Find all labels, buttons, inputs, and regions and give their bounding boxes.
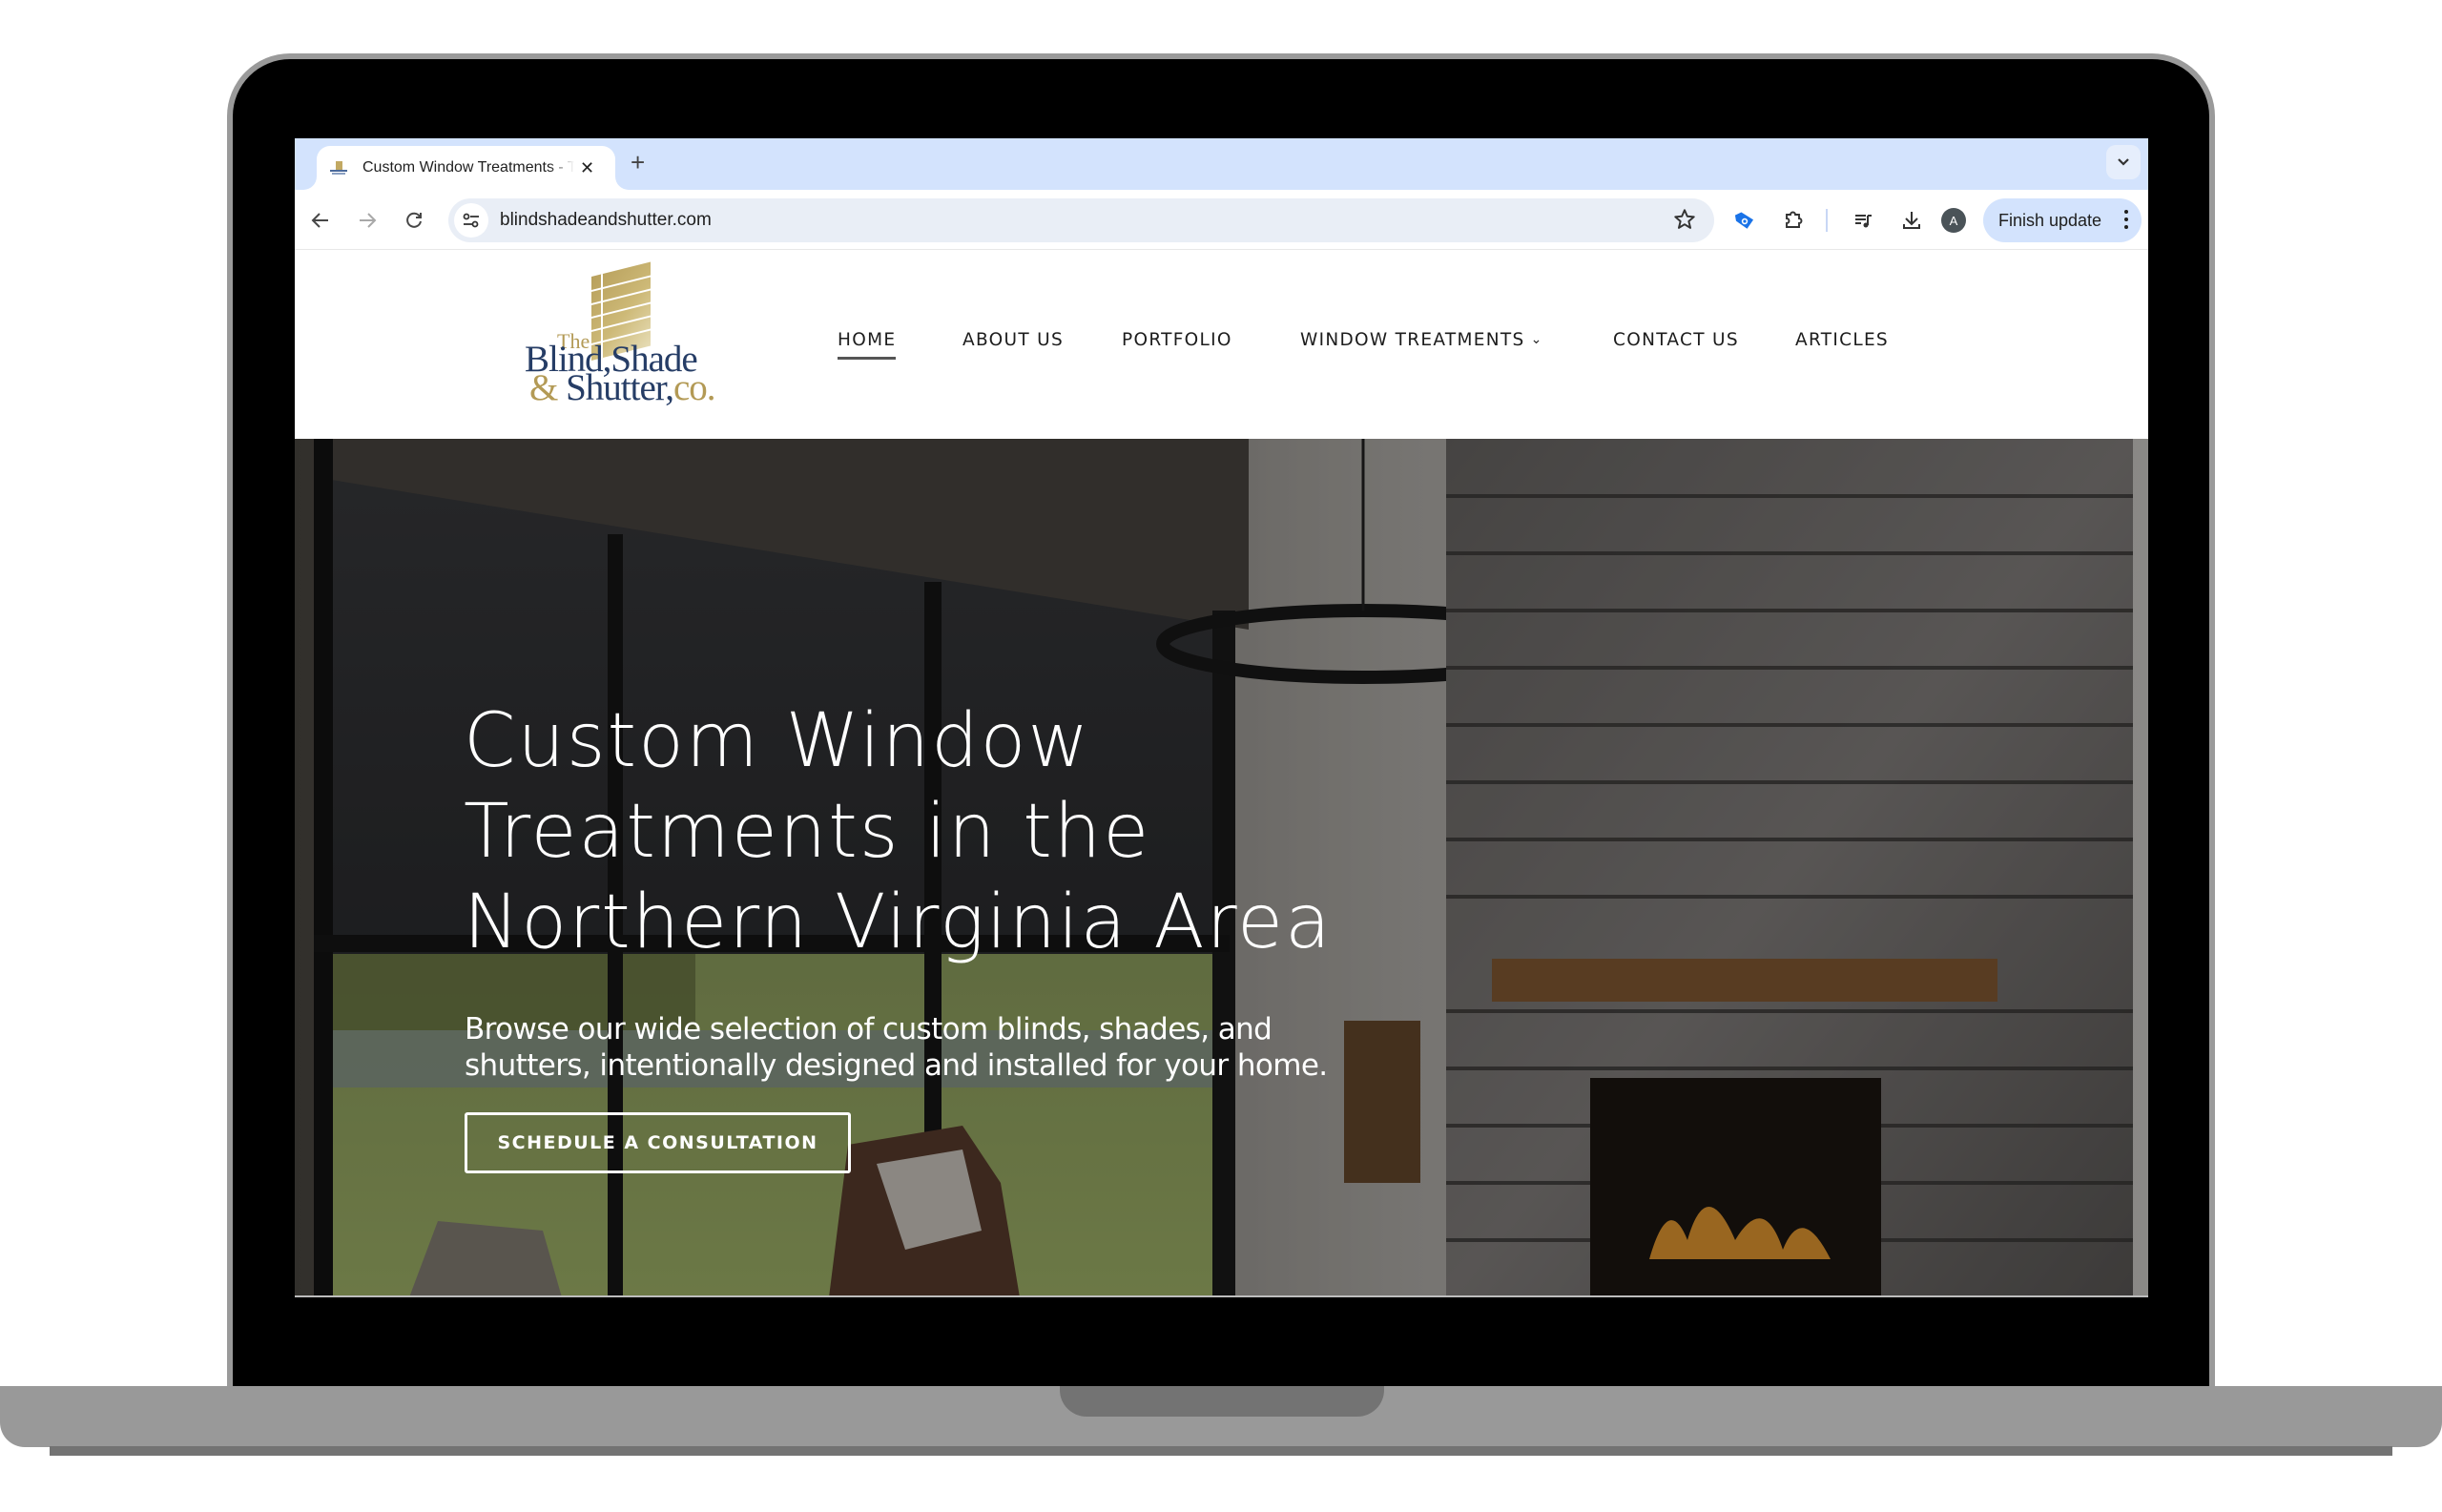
price-tracking-button[interactable] (1730, 206, 1759, 235)
address-bar[interactable]: blindshadeandshutter.com (448, 198, 1714, 242)
download-icon (1903, 212, 1920, 229)
nav-portfolio[interactable]: PORTFOLIO (1122, 330, 1232, 350)
logo-shutter: Shutter, (557, 367, 674, 408)
hero-subtitle-line: Browse our wide selection of custom blin… (465, 1012, 1273, 1046)
back-button[interactable] (306, 206, 335, 235)
finish-update-button[interactable]: Finish update (1983, 198, 2142, 242)
arrow-right-icon (360, 213, 377, 228)
laptop-screen: Custom Window Treatments - The Blind, Sh… (295, 138, 2148, 1297)
nav-home[interactable]: HOME (838, 330, 897, 360)
schedule-consultation-button[interactable]: SCHEDULE A CONSULTATION (465, 1112, 851, 1173)
chevron-down-icon: ⌄ (1530, 332, 1543, 347)
site-header: The Blind,Shade & Shutter,co. HOME ABOUT… (295, 250, 2148, 439)
forward-button[interactable] (353, 206, 382, 235)
reload-button[interactable] (400, 206, 428, 235)
hero-subtitle-line: shutters, intentionally designed and ins… (465, 1048, 1328, 1083)
tab-title: Custom Window Treatments - The Blind, Sh… (362, 159, 574, 176)
reload-icon (406, 212, 422, 228)
browser-toolbar: blindshadeandshutter.com A Finish update (295, 190, 2148, 250)
finish-update-label: Finish update (1998, 210, 2102, 230)
hero-subtitle: Browse our wide selection of custom blin… (465, 1011, 1418, 1084)
favicon-icon (330, 161, 347, 175)
company-logo[interactable]: The Blind,Shade & Shutter,co. (525, 261, 730, 409)
profile-avatar[interactable]: A (1941, 208, 1966, 233)
extensions-button[interactable] (1779, 206, 1808, 235)
nav-window-treatments[interactable]: WINDOW TREATMENTS ⌄ (1300, 330, 1543, 350)
hero-title: Custom Window Treatments in the Northern… (464, 696, 1418, 968)
media-controls-button[interactable] (1850, 206, 1878, 235)
more-menu-icon[interactable] (2124, 210, 2128, 233)
close-tab-icon[interactable]: ✕ (580, 159, 594, 176)
laptop-base-foot (50, 1446, 2392, 1456)
hero-section: Custom Window Treatments in the Northern… (295, 439, 2148, 1297)
star-icon (1674, 209, 1695, 229)
tab-search-button[interactable] (2106, 145, 2141, 179)
url-text[interactable]: blindshadeandshutter.com (500, 210, 712, 231)
browser-tab-active[interactable]: Custom Window Treatments - The Blind, Sh… (317, 146, 615, 190)
bookmark-star-button[interactable] (1672, 207, 1697, 237)
arrow-left-icon (311, 213, 328, 228)
hero-title-line: Custom Window (464, 698, 1091, 784)
hero-title-line: Northern Virginia Area (464, 880, 1333, 965)
downloads-button[interactable] (1897, 206, 1926, 235)
nav-contact-us[interactable]: CONTACT US (1613, 330, 1739, 350)
hero-title-line: Treatments in the (464, 789, 1151, 875)
toolbar-divider (1826, 209, 1828, 232)
puzzle-icon (1786, 211, 1803, 228)
laptop-notch (1060, 1386, 1384, 1417)
tune-icon (463, 213, 479, 228)
logo-line2: & Shutter,co. (529, 366, 716, 409)
logo-ampersand: & (529, 367, 558, 408)
chevron-down-icon (2118, 158, 2129, 166)
new-tab-button[interactable]: + (631, 150, 645, 175)
playlist-music-icon (1855, 215, 1872, 228)
site-info-button[interactable] (454, 203, 488, 238)
tag-icon (1734, 212, 1754, 229)
hero-bottom-border (295, 1295, 2148, 1297)
nav-about-us[interactable]: ABOUT US (962, 330, 1064, 350)
browser-tabstrip: Custom Window Treatments - The Blind, Sh… (295, 138, 2148, 190)
nav-window-treatments-label: WINDOW TREATMENTS (1300, 330, 1525, 350)
nav-articles[interactable]: ARTICLES (1795, 330, 1889, 350)
logo-co: co. (673, 367, 716, 408)
